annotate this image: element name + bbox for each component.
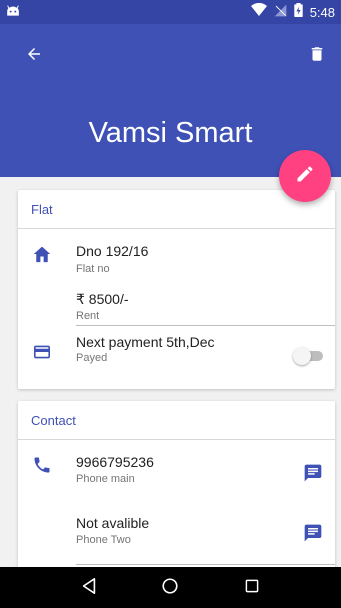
triangle-back-icon [80,577,98,599]
message-phone-main-button[interactable] [301,463,325,487]
delete-button[interactable] [305,44,329,68]
flat-no-label: Flat no [76,263,110,275]
phone-two-label: Phone Two [76,534,131,546]
flat-card: Flat Dno 192/16 Flat no ₹ 8500/- Rent Ne… [18,190,335,389]
toggle-thumb [293,347,311,365]
contact-card: Contact 9966795236 Phone main Not avalib… [18,401,335,571]
system-nav-bar [0,567,341,608]
square-recents-icon [244,578,260,598]
nav-home-button[interactable] [155,573,185,603]
battery-charging-icon [293,3,303,21]
phone-main-value: 9966795236 [76,454,154,470]
credit-card-icon [30,340,54,364]
phone-two-value: Not avalible [76,515,150,531]
phone-two-row: Not avalible Phone Two [18,501,335,563]
next-payment-value: Next payment 5th,Dec [76,334,215,350]
phone-main-row: 9966795236 Phone main [18,441,335,501]
payed-toggle[interactable] [293,346,325,366]
phone-main-label: Phone main [76,473,135,485]
nav-recents-button[interactable] [237,573,267,603]
page-title: Vamsi Smart [88,117,253,149]
phone-icon [30,453,54,477]
signal-off-icon [274,4,287,21]
flat-address-row: Dno 192/16 Flat no ₹ 8500/- Rent [18,229,335,323]
flat-no-value: Dno 192/16 [76,243,149,259]
message-icon [303,463,323,487]
arrow-back-icon [25,45,43,67]
payment-status-label: Payed [76,352,108,364]
contact-card-title: Contact [18,401,335,440]
edit-fab-button[interactable] [279,150,331,202]
back-button[interactable] [22,44,46,68]
rent-label: Rent [76,310,100,322]
payment-row: Next payment 5th,Dec Payed [18,326,335,389]
pencil-icon [295,164,315,188]
status-time: 5:48 [309,4,335,20]
contact-row-divider [76,564,335,565]
trash-icon [308,44,326,68]
android-notification-icon [6,3,20,22]
rent-value: ₹ 8500/- [76,291,129,307]
circle-home-icon [161,577,179,599]
message-phone-two-button[interactable] [301,523,325,547]
status-bar: 5:48 [0,0,341,24]
nav-back-button[interactable] [74,573,104,603]
message-icon [303,523,323,547]
wifi-icon [250,2,267,21]
home-icon [30,242,54,266]
